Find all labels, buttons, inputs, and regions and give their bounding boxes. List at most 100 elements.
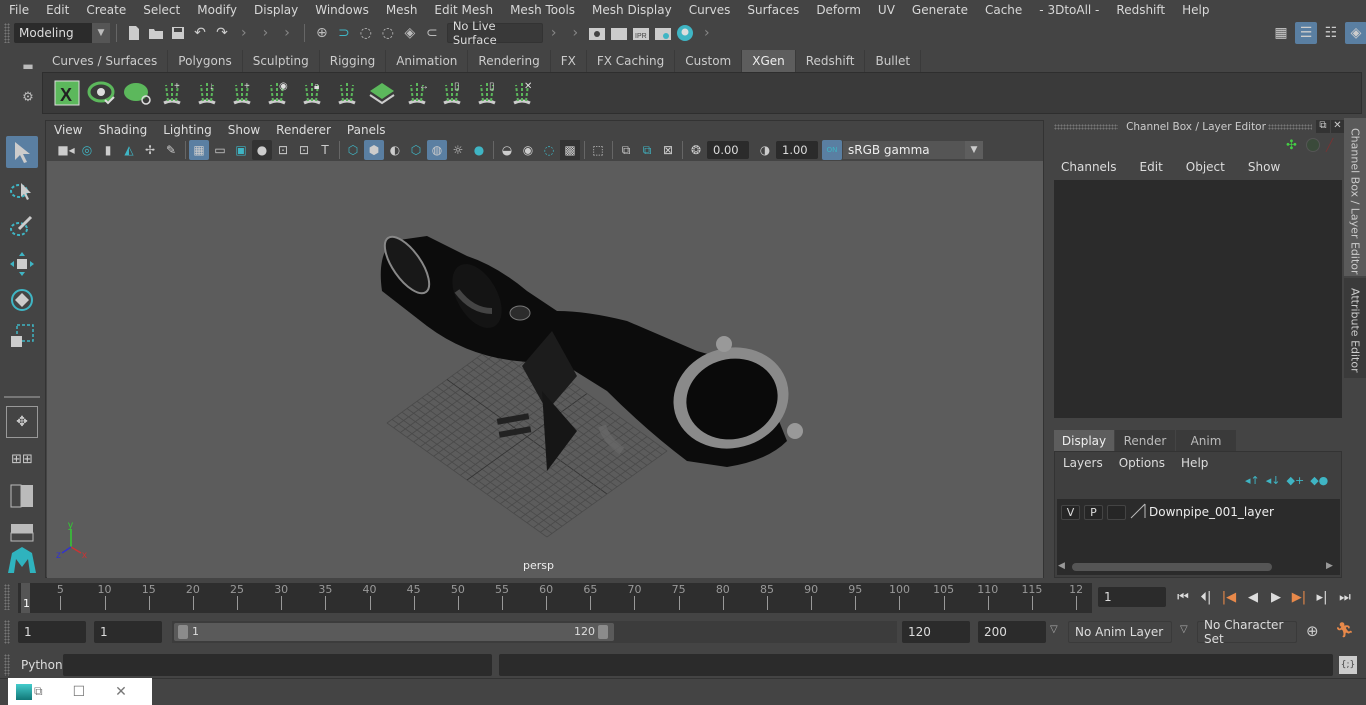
layer-menu-options[interactable]: Options: [1119, 456, 1165, 470]
field-chart-icon[interactable]: ⊡: [273, 140, 293, 160]
step-forward-key-icon[interactable]: ▶|: [1289, 587, 1309, 607]
step-back-frame-icon[interactable]: ⏴|: [1196, 587, 1216, 607]
rotate-tool-icon[interactable]: [6, 284, 38, 316]
resolution-gate-icon[interactable]: ▣: [231, 140, 251, 160]
range-start-handle[interactable]: [178, 625, 188, 639]
view-transform-dropdown[interactable]: sRGB gamma ▼: [843, 141, 983, 159]
range-slider[interactable]: 1 120: [172, 621, 897, 643]
chevron-down-icon[interactable]: ▽: [1180, 624, 1188, 635]
range-slider-bar[interactable]: 1 120: [174, 623, 614, 641]
textured-icon[interactable]: ◍: [427, 140, 447, 160]
single-perspective-view-icon[interactable]: ✥: [6, 406, 38, 438]
xgen-add-guide-icon[interactable]: +: [224, 76, 259, 110]
menu-uv[interactable]: UV: [869, 3, 903, 17]
xgen-hide-preview-icon[interactable]: [119, 76, 154, 110]
step-back-key-icon[interactable]: |◀: [1219, 587, 1239, 607]
shadows-icon[interactable]: ●: [469, 140, 489, 160]
exposure-field[interactable]: 0.00: [707, 141, 749, 159]
play-backwards-icon[interactable]: ◀: [1243, 587, 1263, 607]
range-end-handle[interactable]: [598, 625, 608, 639]
attribute-editor-toggle-icon[interactable]: ☰: [1295, 22, 1317, 44]
go-to-end-icon[interactable]: ⏭: [1335, 587, 1355, 607]
select-tool-icon[interactable]: [6, 136, 38, 168]
select-camera-icon[interactable]: ■◂: [56, 140, 76, 160]
lasso-tool-icon[interactable]: [6, 174, 38, 206]
scroll-left-icon[interactable]: ◀: [1058, 561, 1065, 571]
hypershade-icon[interactable]: [674, 22, 696, 44]
smooth-shade-icon[interactable]: ⬢: [364, 140, 384, 160]
ipr-render-icon[interactable]: IPR: [630, 22, 652, 44]
layer-name[interactable]: Downpipe_001_layer: [1149, 505, 1274, 519]
menu-curves[interactable]: Curves: [680, 3, 739, 17]
shelf-tab-curves-surfaces[interactable]: Curves / Surfaces: [42, 50, 169, 72]
render-settings-icon[interactable]: [652, 22, 674, 44]
image-plane-icon[interactable]: ◭: [119, 140, 139, 160]
paint-select-tool-icon[interactable]: [6, 210, 38, 242]
menu-surfaces[interactable]: Surfaces: [738, 3, 807, 17]
xgen-delete-guides-icon[interactable]: ✕: [504, 76, 539, 110]
bookmark-icon[interactable]: ▮: [98, 140, 118, 160]
gamma-field[interactable]: 1.00: [776, 141, 818, 159]
2d-pan-zoom-icon[interactable]: ✢: [140, 140, 160, 160]
menu-display[interactable]: Display: [245, 3, 306, 17]
xray-active-components-icon[interactable]: ⧉: [637, 140, 657, 160]
playback-end-field[interactable]: 120: [902, 621, 970, 643]
script-editor-icon[interactable]: {;}: [1339, 656, 1357, 674]
play-forwards-icon[interactable]: ▶: [1266, 587, 1286, 607]
move-layer-down-icon[interactable]: ◂↓: [1266, 474, 1281, 487]
xgen-guides-split-icon[interactable]: [329, 76, 364, 110]
save-scene-icon[interactable]: [167, 22, 189, 44]
snap-to-curve-icon[interactable]: ⊃: [333, 22, 355, 44]
scrollbar-thumb[interactable]: [1072, 563, 1272, 571]
menu-modify[interactable]: Modify: [188, 3, 245, 17]
panel-grip[interactable]: [4, 654, 10, 676]
animation-end-field[interactable]: 200: [978, 621, 1046, 643]
collapse-arrow-icon[interactable]: ›: [284, 25, 290, 41]
shelf-tab-animation[interactable]: Animation: [386, 50, 469, 72]
viewport-menu-panels[interactable]: Panels: [347, 123, 394, 137]
animation-preferences-icon[interactable]: 🏃︎: [1335, 621, 1354, 639]
menu-generate[interactable]: Generate: [903, 3, 976, 17]
depth-of-field-icon[interactable]: ▩: [560, 140, 580, 160]
open-scene-icon[interactable]: [145, 22, 167, 44]
channel-box-toggle-icon[interactable]: ◈: [1345, 22, 1366, 44]
layer-tab-render[interactable]: Render: [1115, 430, 1175, 451]
channel-box-area[interactable]: [1054, 180, 1342, 418]
viewport-menu-shading[interactable]: Shading: [98, 123, 155, 137]
modeling-toolkit-icon[interactable]: ▦: [1270, 22, 1292, 44]
panel-grip[interactable]: [4, 620, 10, 644]
menu-redshift[interactable]: Redshift: [1107, 3, 1173, 17]
collapse-arrow-icon[interactable]: ›: [572, 25, 578, 41]
menu-mesh-tools[interactable]: Mesh Tools: [501, 3, 583, 17]
redo-icon[interactable]: ↷: [211, 22, 233, 44]
close-icon[interactable]: ✕: [115, 684, 127, 700]
anti-aliasing-icon[interactable]: ◌: [539, 140, 559, 160]
shelf-tab-rendering[interactable]: Rendering: [468, 50, 551, 72]
xgen-description-editor-icon[interactable]: X: [49, 76, 84, 110]
default-material-icon[interactable]: ◐: [385, 140, 405, 160]
go-to-start-icon[interactable]: ⏮: [1173, 587, 1193, 607]
shelf-tab-redshift[interactable]: Redshift: [796, 50, 866, 72]
snap-to-point-icon[interactable]: ◌: [355, 22, 377, 44]
viewport-menu-show[interactable]: Show: [228, 123, 268, 137]
layer-menu-layers[interactable]: Layers: [1063, 456, 1103, 470]
collapse-arrow-icon[interactable]: ›: [241, 25, 247, 41]
snap-to-grid-icon[interactable]: ⊕: [311, 22, 333, 44]
safe-action-icon[interactable]: ⊡: [294, 140, 314, 160]
make-live-icon[interactable]: ⊂: [421, 22, 443, 44]
time-ruler[interactable]: 1 5 10 15 20 25 30 35 40 45 50 55 60 65 70 75 80 85 90 95 1…: [18, 583, 1092, 613]
collapse-arrow-icon[interactable]: ›: [551, 25, 557, 41]
3d-viewport[interactable]: y x z persp: [47, 161, 1043, 578]
render-view-icon[interactable]: [586, 22, 608, 44]
shelf-tab-custom[interactable]: Custom: [675, 50, 743, 72]
gate-mask-icon[interactable]: ●: [252, 140, 272, 160]
xgen-guide-length-icon[interactable]: ↔: [399, 76, 434, 110]
color-management-toggle[interactable]: ON: [822, 140, 842, 160]
viewport-menu-renderer[interactable]: Renderer: [276, 123, 339, 137]
chevron-down-icon[interactable]: ▽: [1050, 624, 1058, 635]
maya-logo-icon[interactable]: [6, 544, 38, 576]
menu-deform[interactable]: Deform: [807, 3, 869, 17]
xgen-preview-icon[interactable]: [84, 76, 119, 110]
layer-color-swatch[interactable]: [1130, 503, 1146, 522]
menu-windows[interactable]: Windows: [306, 3, 377, 17]
